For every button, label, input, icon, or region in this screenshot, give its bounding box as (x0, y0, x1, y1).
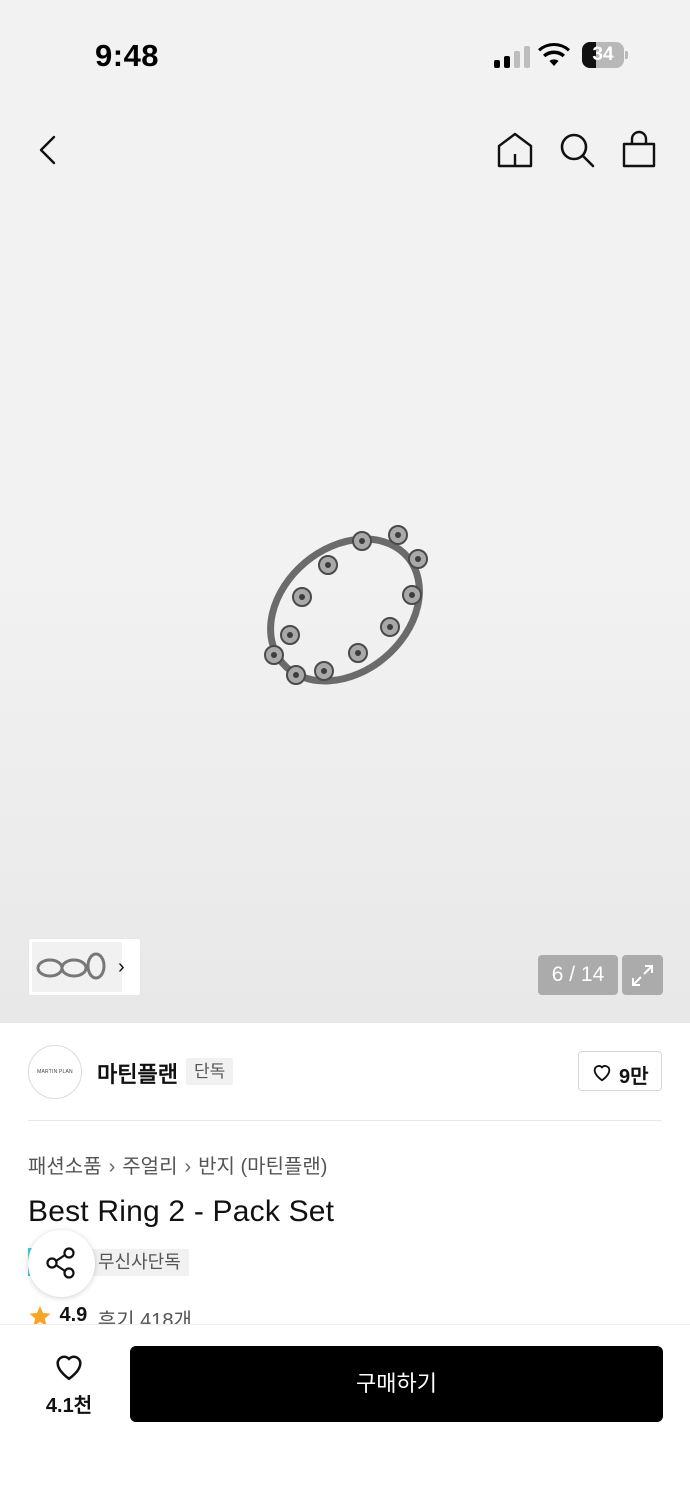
wifi-icon (538, 43, 570, 66)
musinsa-exclusive-badge: 무신사단독 (90, 1249, 189, 1276)
breadcrumb-separator: › (184, 1156, 192, 1178)
share-button[interactable] (28, 1230, 95, 1297)
status-time: 9:48 (95, 38, 160, 73)
breadcrumb-item[interactable]: 주얼리 (122, 1156, 177, 1178)
battery-level: 34 (592, 44, 614, 65)
buy-button[interactable]: 구매하기 (130, 1346, 663, 1422)
thumbnail-next-icon[interactable]: › (118, 956, 138, 978)
wishlist-button[interactable]: 4.1천 (36, 1349, 102, 1419)
brand-like-button[interactable]: 9만 (578, 1051, 662, 1091)
bottom-action-bar: 4.1천 구매하기 (0, 1324, 690, 1500)
expand-image-button[interactable] (622, 955, 663, 995)
thumbnail-rings-icon (36, 952, 106, 980)
status-bar: 9:48 34 (0, 0, 690, 110)
share-icon (46, 1247, 75, 1279)
search-icon[interactable] (557, 130, 597, 170)
breadcrumb: 패션소품 › 주얼리 › 반지 (마틴플랜) (28, 1150, 327, 1179)
brand-name[interactable]: 마틴플랜 (97, 1057, 178, 1089)
expand-icon (632, 965, 653, 986)
battery-icon: 34 (582, 42, 628, 68)
back-icon[interactable] (30, 130, 66, 170)
wishlist-count: 4.1천 (45, 1395, 93, 1417)
home-icon[interactable] (495, 130, 535, 170)
brand-like-count: 9만 (619, 1066, 649, 1088)
shopping-bag-icon[interactable] (619, 130, 659, 170)
image-page-counter: 6 / 14 (538, 955, 618, 995)
product-title: Best Ring 2 - Pack Set (28, 1195, 335, 1228)
product-image-ring (264, 525, 428, 685)
heart-icon (56, 1355, 82, 1381)
divider (28, 1120, 662, 1121)
thumbnail-image[interactable] (32, 942, 122, 992)
breadcrumb-item[interactable]: 반지 (마틴플랜) (198, 1156, 327, 1178)
brand-logo-text: MARTIN PLAN (37, 1069, 73, 1075)
cellular-signal-icon (494, 44, 530, 68)
brand-row[interactable]: MARTIN PLAN 마틴플랜 단독 9만 (28, 1043, 662, 1101)
brand-logo[interactable]: MARTIN PLAN (28, 1045, 82, 1099)
breadcrumb-separator: › (108, 1156, 116, 1178)
breadcrumb-item[interactable]: 패션소품 (28, 1156, 102, 1178)
heart-icon (593, 1065, 611, 1082)
exclusive-tag: 단독 (186, 1058, 234, 1085)
